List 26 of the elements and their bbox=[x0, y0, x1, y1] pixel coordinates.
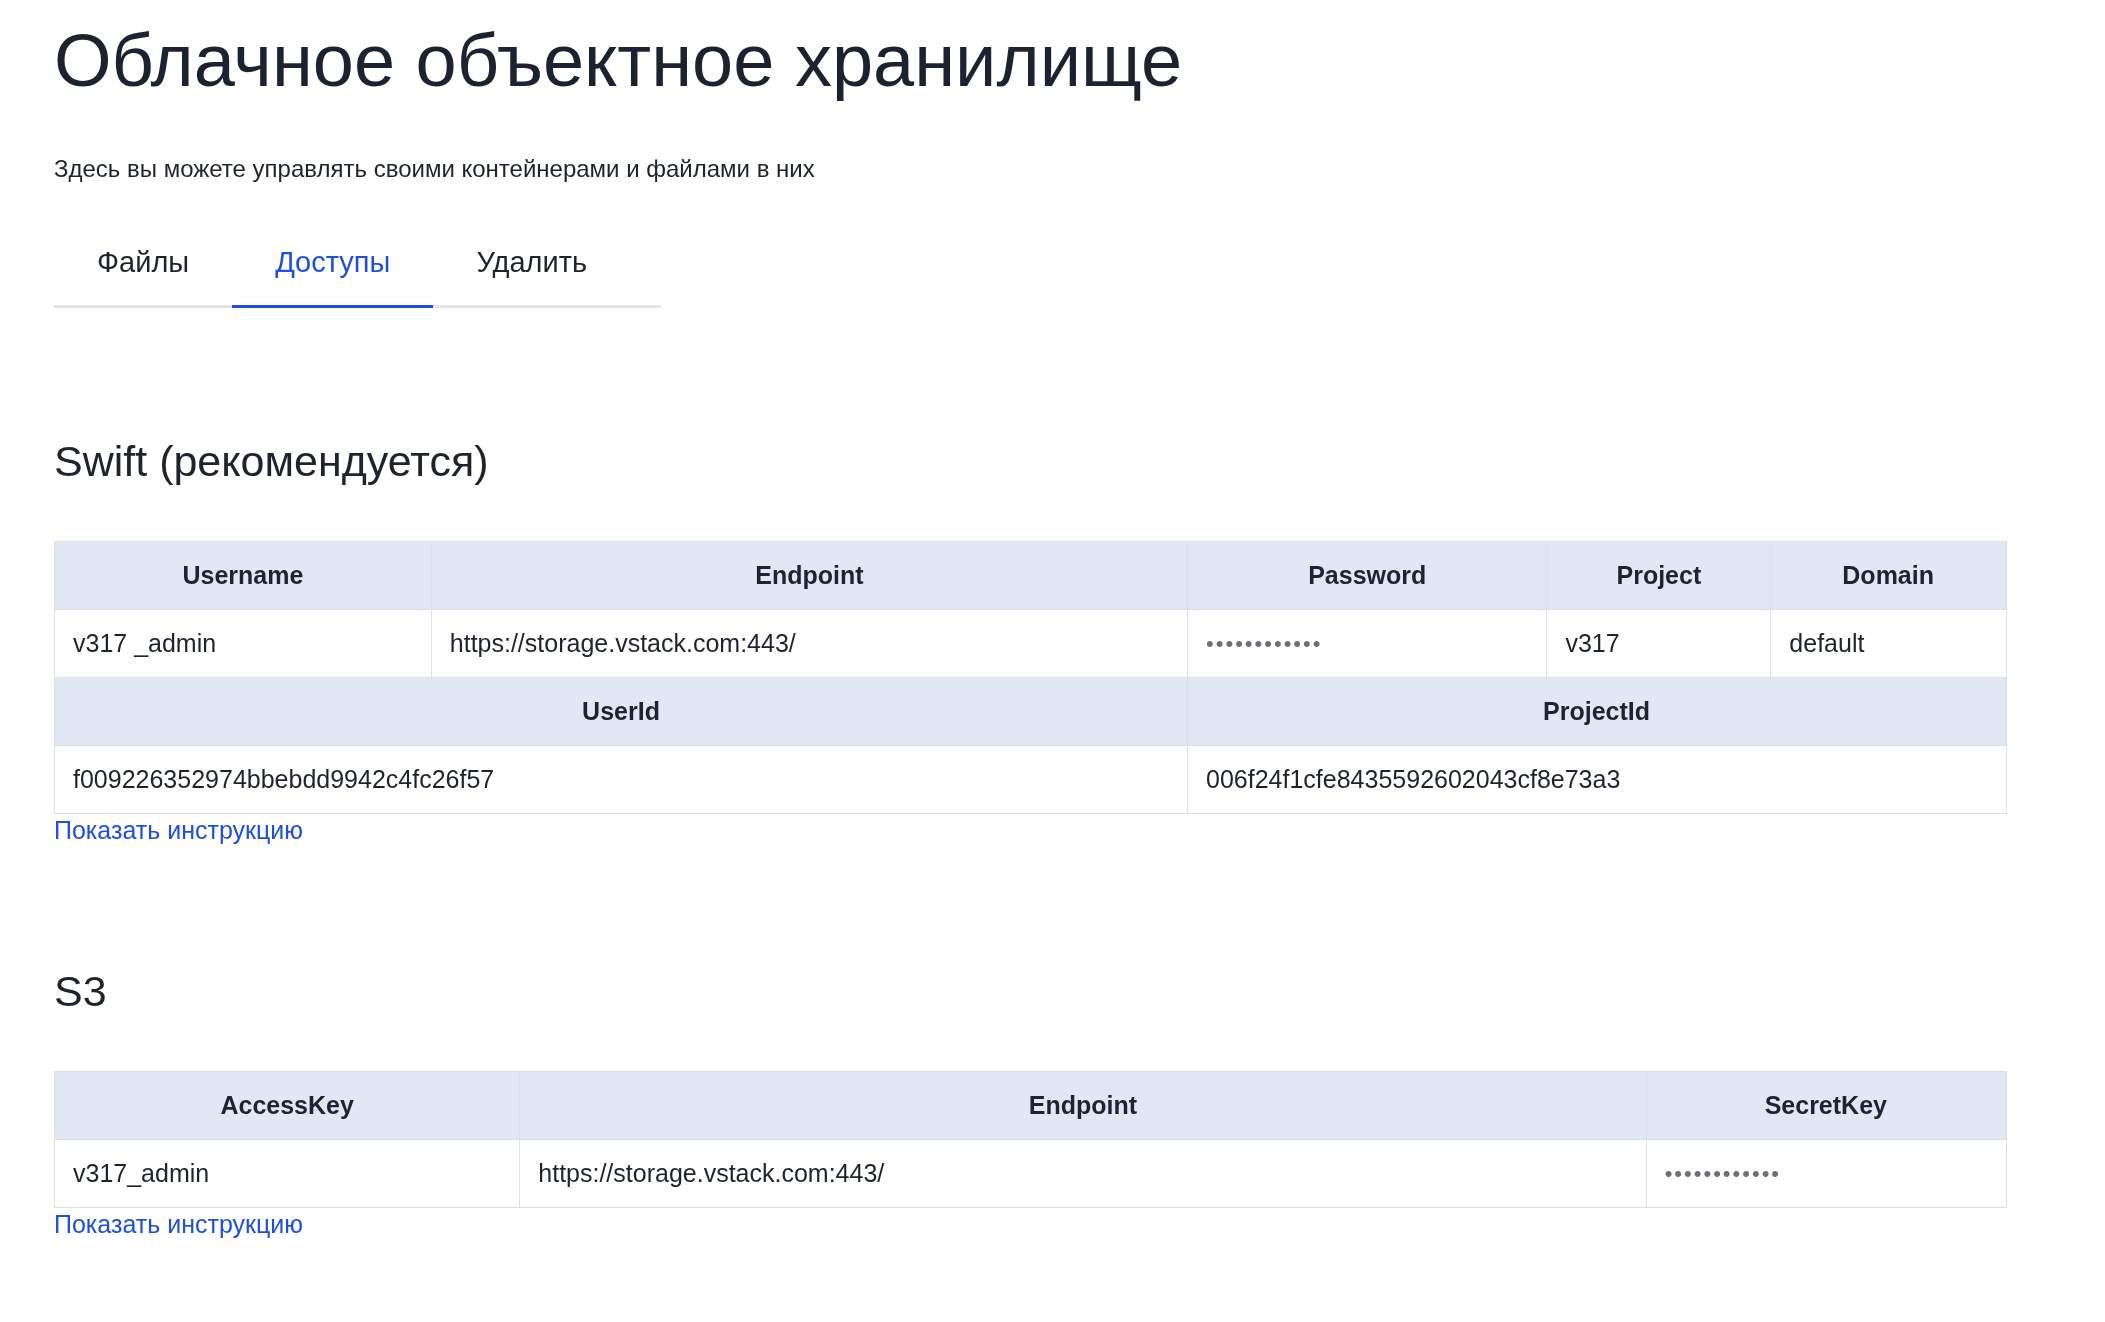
column-header: Password bbox=[1188, 542, 1548, 610]
tab[interactable]: Удалить bbox=[433, 236, 631, 308]
column-header: Endpoint bbox=[431, 542, 1189, 610]
instruction-link[interactable]: Показать инструкцию bbox=[54, 816, 304, 845]
table-cell: v317 bbox=[1547, 610, 1772, 678]
column-header: Domain bbox=[1771, 542, 2006, 610]
table-cell: f009226352974bbebdd9942c4fc26f57 bbox=[55, 746, 1189, 814]
tab[interactable]: Файлы bbox=[54, 236, 233, 308]
instruction-link[interactable]: Показать инструкцию bbox=[54, 1210, 304, 1239]
column-header: Endpoint bbox=[520, 1072, 1647, 1140]
column-header: UserId bbox=[55, 678, 1189, 746]
page-title: Облачное объектное хранилище bbox=[54, 18, 1184, 104]
tab[interactable]: Доступы bbox=[232, 236, 434, 308]
table-cell: https://storage.vstack.com:443/ bbox=[431, 610, 1189, 678]
table-cell: •••••••••••• bbox=[1188, 610, 1548, 678]
column-header: Project bbox=[1547, 542, 1772, 610]
table-cell: https://storage.vstack.com:443/ bbox=[520, 1140, 1647, 1208]
table-cell: v317 _admin bbox=[55, 610, 432, 678]
page-subtitle: Здесь вы можете управлять своими контейнерами и файлами в них bbox=[54, 154, 816, 184]
section-heading: Swift (рекомендуется) bbox=[54, 436, 490, 487]
column-header: ProjectId bbox=[1188, 678, 2006, 746]
column-header: SecretKey bbox=[1646, 1072, 2006, 1140]
column-header: Username bbox=[55, 542, 432, 610]
column-header: AccessKey bbox=[55, 1072, 521, 1140]
section-heading: S3 bbox=[54, 966, 108, 1017]
table-cell: v317_admin bbox=[55, 1140, 521, 1208]
